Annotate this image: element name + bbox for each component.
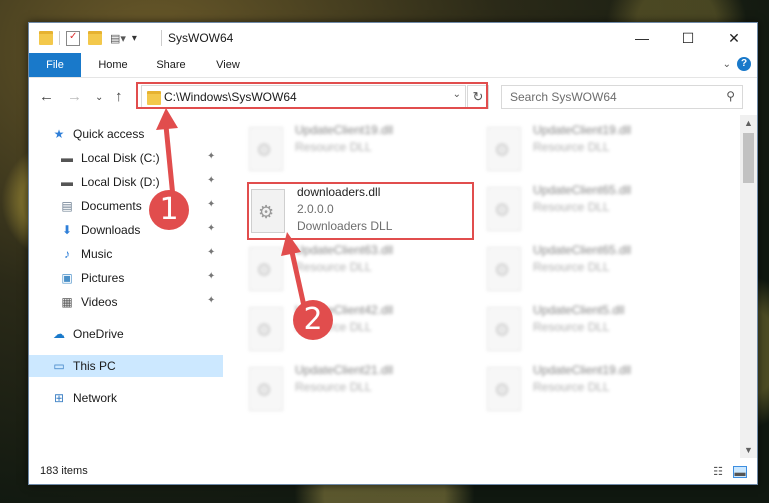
arrow-1-shaft bbox=[163, 125, 176, 198]
arrow-1-head bbox=[156, 108, 178, 130]
arrow-2-shaft bbox=[289, 251, 307, 307]
step-badge-1: 1 bbox=[149, 190, 189, 230]
step-badge-2: 2 bbox=[293, 300, 333, 340]
arrow-1 bbox=[156, 108, 307, 307]
arrow-2-head bbox=[281, 232, 301, 256]
